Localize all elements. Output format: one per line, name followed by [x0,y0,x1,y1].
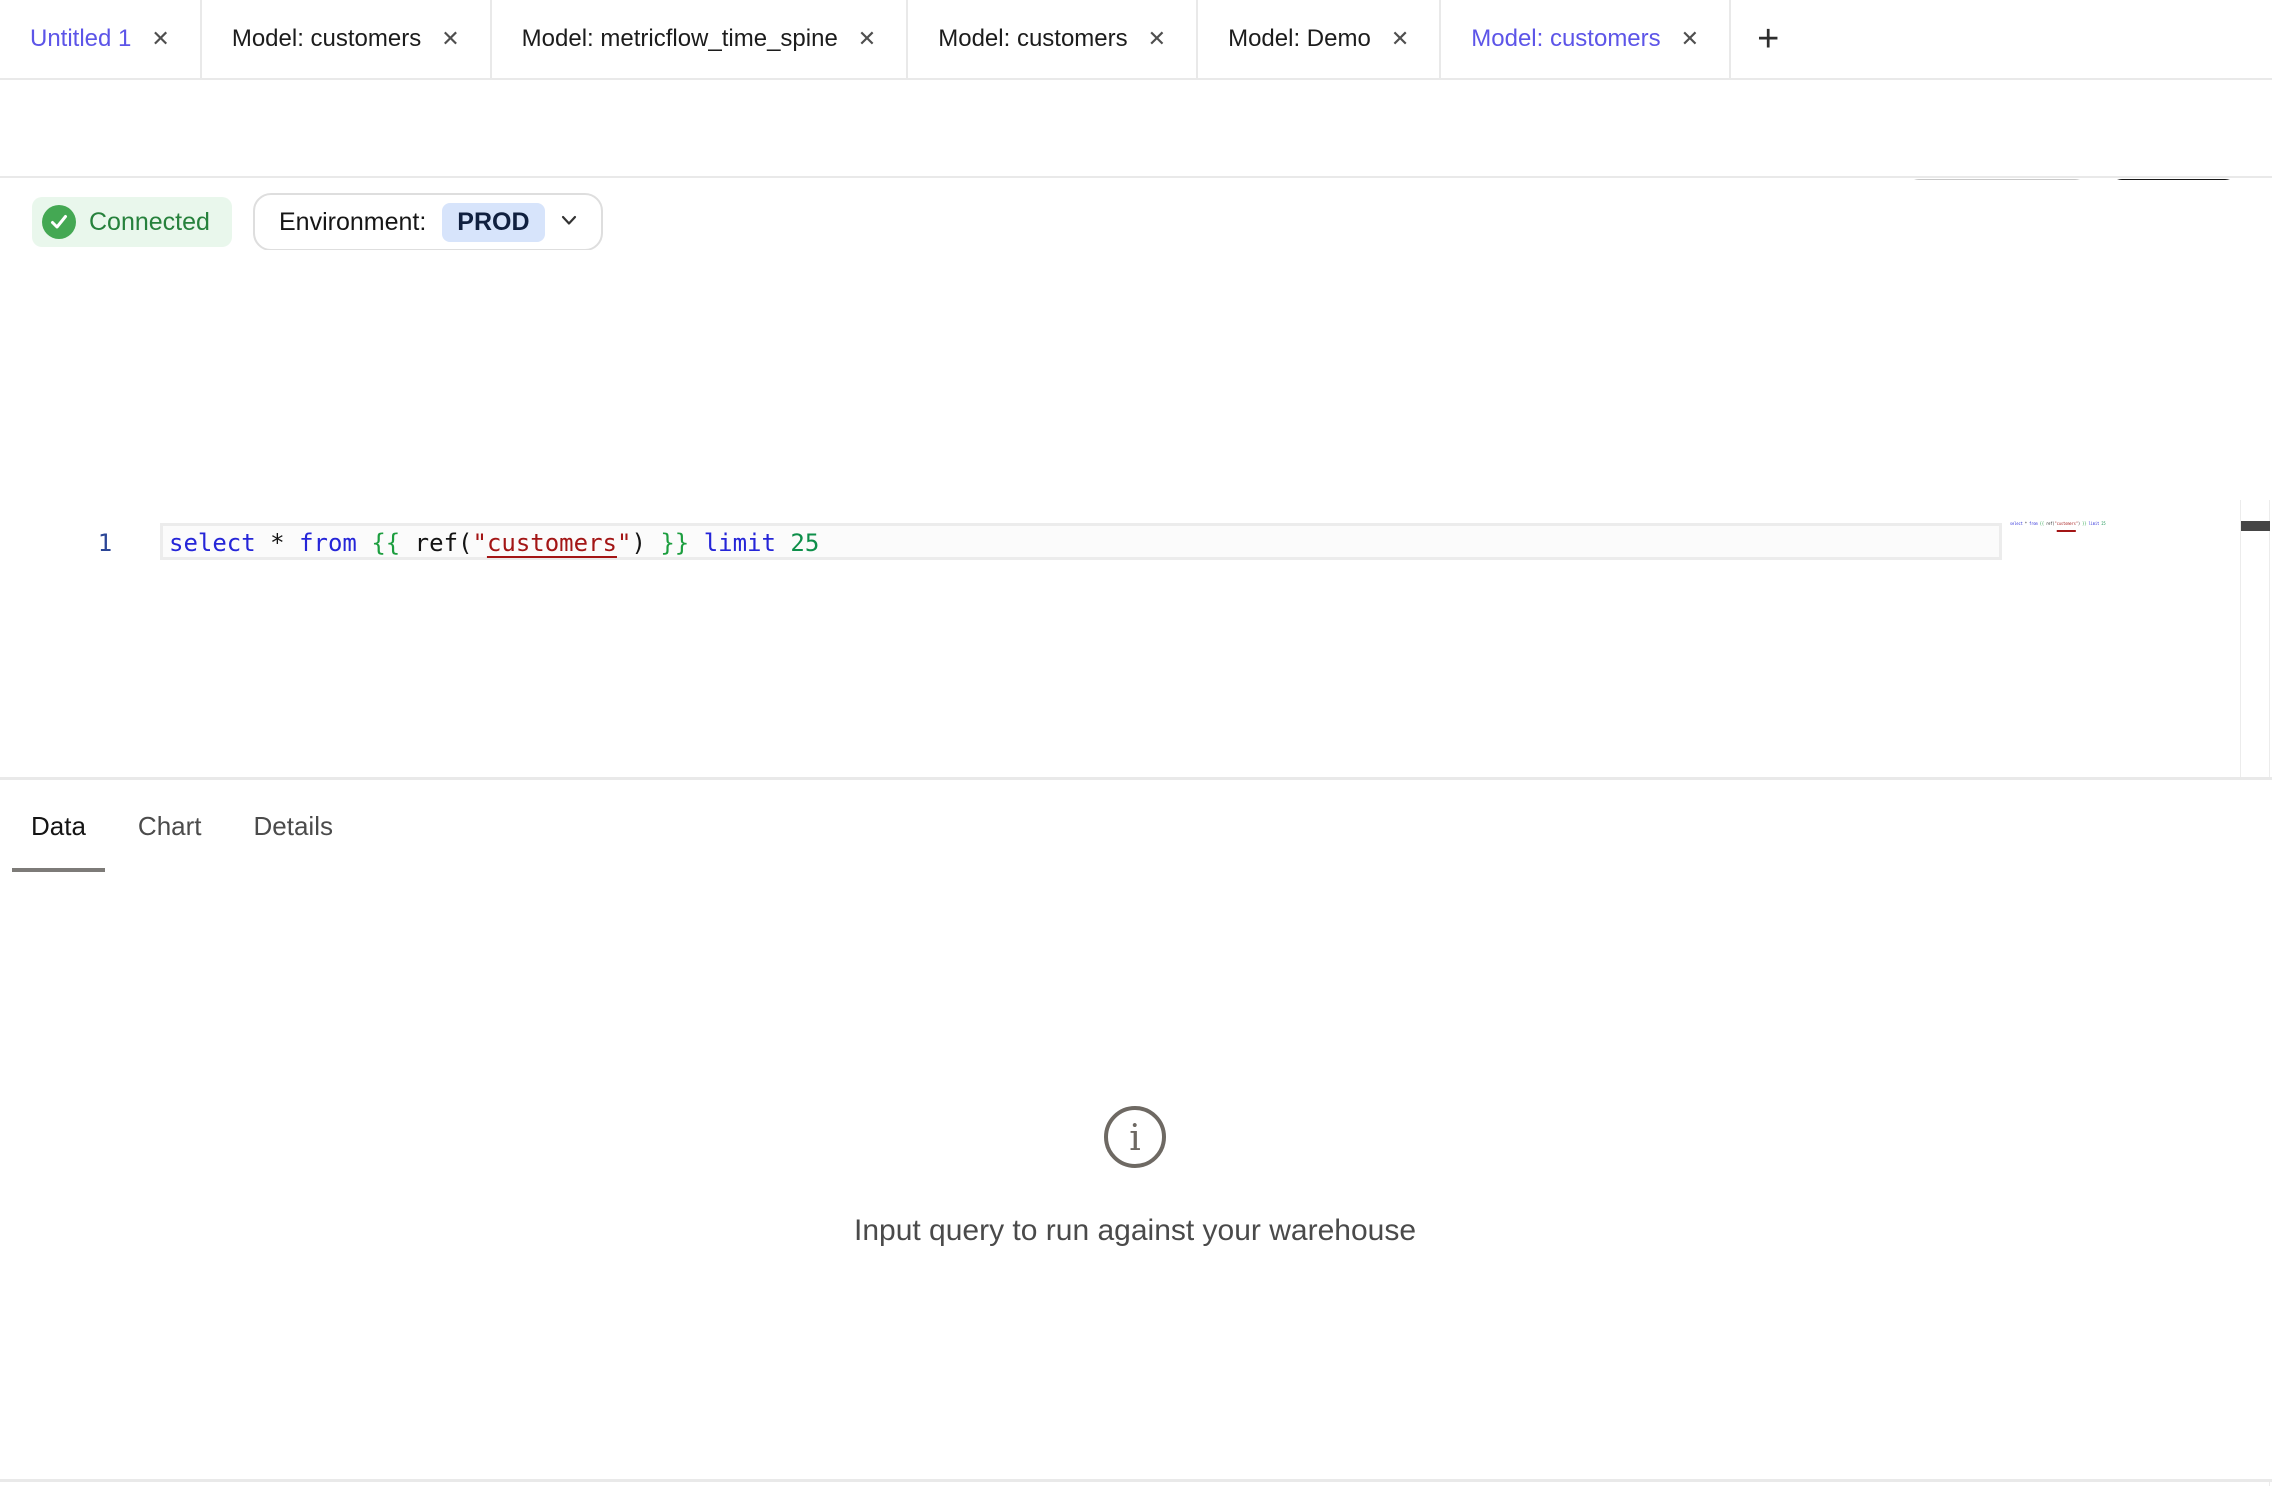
ide-window: Untitled 1 ✕ Model: customers ✕ Model: m… [0,0,2272,1486]
tab-chart[interactable]: Chart [119,780,221,872]
tab-label: Model: Demo [1228,25,1371,53]
code-line[interactable]: select * from {{ ref("customers") }} lim… [169,526,819,560]
close-icon[interactable]: ✕ [441,28,459,50]
minimap[interactable]: select * from {{ ref("customers") }} lim… [2010,520,2106,528]
empty-state: i Input query to run against your wareho… [0,1105,2270,1248]
tab-model-customers-3[interactable]: Model: customers ✕ [1441,0,1731,78]
tab-data-label: Data [31,811,86,842]
results-tab-bar: Data Chart Details [0,780,2272,872]
check-circle-icon [42,205,76,239]
close-icon[interactable]: ✕ [151,28,169,50]
sql-editor[interactable]: 1 select * from {{ ref("customers") }} l… [0,250,2272,777]
tab-label: Model: customers [232,25,421,53]
line-number: 1 [90,526,120,560]
environment-selector[interactable]: Environment: PROD [253,193,603,251]
info-icon: i [1103,1105,1167,1169]
connection-status-label: Connected [89,208,210,237]
results-tab-row: Data Chart Details [12,780,366,872]
environment-value-badge: PROD [442,203,544,242]
tab-model-metricflow-time-spine[interactable]: Model: metricflow_time_spine ✕ [492,0,909,78]
environment-label: Environment: [279,208,426,237]
chevron-down-icon [561,213,577,231]
close-icon[interactable]: ✕ [858,28,876,50]
tab-label: Model: customers [1471,25,1660,53]
connection-status-badge: Connected [32,197,232,247]
plus-icon: + [1757,20,1779,58]
tab-details-label: Details [254,811,333,842]
tab-label: Model: customers [938,25,1127,53]
close-icon[interactable]: ✕ [1148,28,1166,50]
close-icon[interactable]: ✕ [1391,28,1409,50]
close-icon[interactable]: ✕ [1681,28,1699,50]
tab-data[interactable]: Data [12,780,105,872]
tab-chart-label: Chart [138,811,202,842]
status-row: Connected Environment: PROD [0,180,2272,250]
tab-label: Untitled 1 [30,25,131,53]
tab-details[interactable]: Details [235,780,352,872]
tab-label: Model: metricflow_time_spine [522,25,838,53]
bottom-divider [0,1479,2272,1482]
tab-model-customers-2[interactable]: Model: customers ✕ [908,0,1198,78]
empty-state-message: Input query to run against your warehous… [0,1214,2270,1248]
svg-text:i: i [1129,1118,1141,1159]
tab-model-customers-1[interactable]: Model: customers ✕ [202,0,492,78]
scrollbar-thumb[interactable] [2241,521,2270,531]
tab-model-demo[interactable]: Model: Demo ✕ [1198,0,1441,78]
tab-untitled-1[interactable]: Untitled 1 ✕ [0,0,202,78]
results-panel: i Input query to run against your wareho… [0,872,2272,1479]
toolbar: Develop Run [0,82,2272,178]
tab-bar: Untitled 1 ✕ Model: customers ✕ Model: m… [0,0,2272,80]
new-tab-button[interactable]: + [1731,0,1805,78]
